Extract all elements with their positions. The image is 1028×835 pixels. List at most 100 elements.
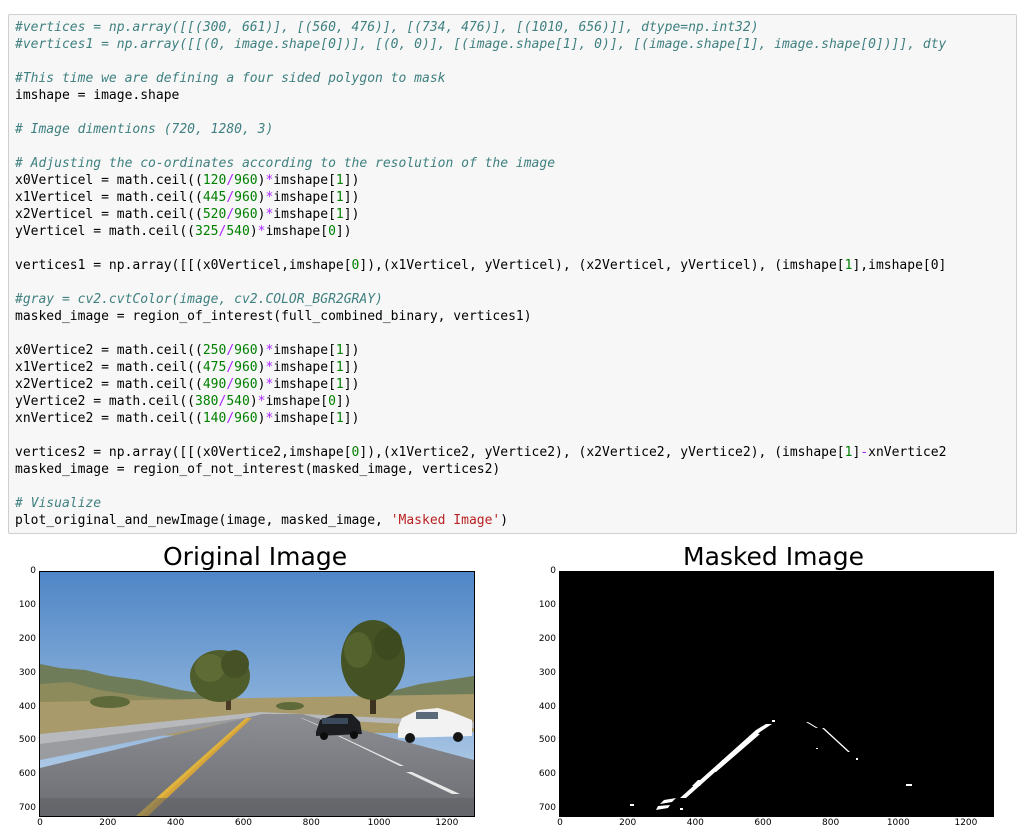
code-text: vertices2 = np.array([[(x0Vertice2,imsha…	[15, 445, 352, 460]
y-tick-label: 700	[538, 803, 556, 814]
code-number: 140	[202, 411, 227, 426]
code-text: imshape = image.shape	[15, 88, 180, 103]
code-text: imshape[	[265, 224, 329, 239]
code-comment: # Adjusting the co-ordinates according t…	[15, 156, 556, 171]
x-tick-label: 200	[99, 818, 117, 828]
code-text: x1Verticel = math.ceil((	[15, 190, 203, 205]
code-text: imshape[	[273, 411, 336, 426]
y-tick-label: 0	[30, 566, 36, 576]
code-text: )	[249, 224, 258, 239]
code-line: # Adjusting the co-ordinates according t…	[15, 155, 946, 172]
code-text: ])	[343, 190, 360, 205]
code-number: 960	[234, 377, 258, 392]
code-number: 475	[202, 360, 227, 375]
x-tick-label: 800	[302, 818, 320, 828]
code-text: imshape[	[273, 377, 336, 392]
y-tick-label: 500	[538, 735, 556, 746]
code-line: # Image dimentions (720, 1280, 3)	[15, 121, 946, 138]
code-text: ])	[335, 224, 352, 239]
code-number: 540	[226, 224, 250, 239]
code-number: 490	[202, 377, 227, 392]
x-tick-label: 200	[619, 818, 637, 828]
code-number: 960	[234, 173, 258, 188]
y-tick-label: 600	[18, 769, 36, 780]
code-number: 1	[335, 377, 344, 392]
code-cell-input[interactable]: #vertices = np.array([[(300, 661)], [(56…	[8, 14, 1017, 534]
y-tick-label: 500	[18, 735, 36, 746]
code-operator: /	[226, 360, 235, 375]
code-comment: # Visualize	[15, 496, 102, 511]
code-comment: #This time we are defining a four sided …	[15, 71, 446, 86]
y-tick-label: 200	[538, 633, 556, 644]
code-line: x1Vertice2 = math.ceil((475/960)*imshape…	[15, 359, 946, 376]
code-text: x0Vertice2 = math.ceil((	[15, 343, 203, 358]
y-tick-label: 700	[18, 803, 36, 814]
code-text: ])	[343, 377, 360, 392]
code-text: imshape[	[273, 360, 336, 375]
x-tick-label: 1200	[435, 818, 459, 828]
code-text: ])	[335, 394, 352, 409]
code-comment: #gray = cv2.cvtColor(image, cv2.COLOR_BG…	[15, 292, 383, 307]
code-line: x0Vertice2 = math.ceil((250/960)*imshape…	[15, 342, 946, 359]
code-text: ]),(x1Verticel, yVerticel), (x2Verticel,…	[359, 258, 845, 273]
code-number: 1	[335, 343, 344, 358]
code-text: ])	[343, 207, 360, 222]
code-line: #gray = cv2.cvtColor(image, cv2.COLOR_BG…	[15, 291, 946, 308]
code-operator: -	[860, 445, 869, 460]
code-operator: /	[226, 377, 235, 392]
y-tick-label: 100	[18, 599, 36, 610]
code-line: xnVertice2 = math.ceil((140/960)*imshape…	[15, 410, 946, 427]
code-comment: #vertices1 = np.array([[(0, image.shape[…	[15, 37, 947, 52]
code-line: imshape = image.shape	[15, 87, 946, 104]
code-text: imshape[	[273, 207, 336, 222]
y-tick-label: 0	[550, 566, 556, 576]
code-number: 1	[335, 190, 344, 205]
code-text: )	[500, 513, 509, 528]
code-number: 960	[234, 190, 258, 205]
code-comment: #vertices = np.array([[(300, 661)], [(56…	[15, 20, 759, 35]
code-text: masked_image = region_of_interest(full_c…	[15, 309, 532, 324]
code-string: 'Masked Image'	[390, 513, 501, 528]
code-number: 1	[335, 207, 344, 222]
code-text: ])	[343, 173, 360, 188]
code-number: 540	[226, 394, 250, 409]
code-line: x2Vertice2 = math.ceil((490/960)*imshape…	[15, 376, 946, 393]
code-operator: /	[226, 207, 235, 222]
code-line: # Visualize	[15, 495, 946, 512]
y-tick-label: 400	[538, 701, 556, 712]
code-text: imshape[	[273, 343, 336, 358]
code-number: 380	[195, 394, 219, 409]
x-tick-label: 400	[167, 818, 185, 828]
code-text: ])	[343, 411, 360, 426]
y-tick-label: 100	[538, 599, 556, 610]
code-text: masked_image = region_of_not_interest(ma…	[15, 462, 501, 477]
code-number: 0	[328, 394, 336, 409]
x-tick-label: 600	[754, 818, 772, 828]
x-tick-label: 600	[234, 818, 253, 828]
code-editor[interactable]: #vertices = np.array([[(300, 661)], [(56…	[15, 19, 946, 529]
y-tick-label: 400	[18, 701, 36, 712]
x-tick-label: 400	[686, 818, 704, 828]
code-line: x0Verticel = math.ceil((120/960)*imshape…	[15, 172, 946, 189]
code-text: ])	[343, 343, 360, 358]
code-line: yVertice2 = math.ceil((380/540)*imshape[…	[15, 393, 946, 410]
code-text: vertices1 = np.array([[(x0Verticel,imsha…	[15, 258, 352, 273]
code-operator: /	[226, 343, 235, 358]
code-line: #vertices1 = np.array([[(0, image.shape[…	[15, 36, 946, 53]
y-tick-label: 300	[538, 667, 556, 678]
original-image-title: Original Image	[163, 542, 348, 571]
code-number: 960	[234, 343, 258, 358]
x-tick-label: 0	[557, 818, 563, 828]
code-number: 960	[234, 411, 258, 426]
code-number: 1	[335, 411, 344, 426]
y-tick-label: 200	[18, 633, 36, 644]
code-line: plot_original_and_newImage(image, masked…	[15, 512, 946, 529]
code-line: x2Verticel = math.ceil((520/960)*imshape…	[15, 206, 946, 223]
code-comment: # Image dimentions (720, 1280, 3)	[15, 122, 274, 137]
